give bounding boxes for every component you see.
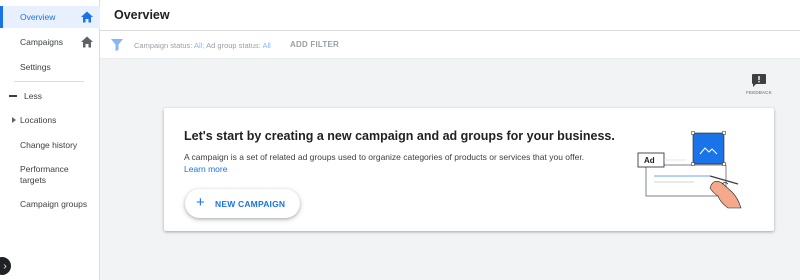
new-campaign-label: NEW CAMPAIGN <box>215 199 286 209</box>
campaign-status-label: Campaign status: <box>134 41 193 50</box>
collapse-sidebar-button[interactable]: › <box>0 257 11 275</box>
card-title: Let's start by creating a new campaign a… <box>184 129 615 143</box>
chevron-right-icon: › <box>3 260 7 272</box>
ad-label: Ad <box>644 156 655 165</box>
home-icon <box>81 36 93 48</box>
sidebar-item-label: Less <box>24 90 42 101</box>
sidebar-item-locations[interactable]: Locations <box>0 109 100 131</box>
sidebar-item-settings[interactable]: Settings <box>0 56 100 78</box>
filter-summary[interactable]: Campaign status: All; Ad group status: A… <box>134 41 271 50</box>
feedback-icon <box>752 74 766 87</box>
sidebar-item-overview[interactable]: Overview <box>0 6 100 28</box>
campaign-status-value: All; <box>194 41 205 50</box>
sidebar-item-label: Performance targets <box>20 164 69 185</box>
sidebar-item-change-history[interactable]: Change history <box>0 134 100 156</box>
sidebar-item-label: Campaigns <box>20 36 63 47</box>
sidebar-item-label: Settings <box>20 61 51 72</box>
get-started-card: Let's start by creating a new campaign a… <box>164 108 774 231</box>
learn-more-link[interactable]: Learn more <box>184 164 227 174</box>
sidebar-item-less[interactable]: Less <box>0 85 100 107</box>
ad-group-status-value: All <box>262 41 271 50</box>
header: Overview <box>100 0 800 31</box>
sidebar-divider <box>14 81 84 82</box>
filter-icon[interactable] <box>111 39 123 51</box>
feedback-button[interactable]: FEEDBACK <box>742 74 776 95</box>
sidebar-item-label: Overview <box>20 11 56 22</box>
sidebar-item-campaigns[interactable]: Campaigns <box>0 31 100 53</box>
feedback-label: FEEDBACK <box>746 90 772 95</box>
sidebar-item-label: Change history <box>20 139 78 150</box>
sidebar-item-campaign-groups[interactable]: Campaign groups <box>0 193 100 215</box>
page-title: Overview <box>114 8 170 22</box>
sidebar: Overview Campaigns Settings Less Locatio… <box>0 0 100 280</box>
new-campaign-button[interactable]: + NEW CAMPAIGN <box>185 189 300 218</box>
sidebar-item-performance-targets[interactable]: Performance targets <box>0 160 100 188</box>
sidebar-item-label: Campaign groups <box>20 198 88 209</box>
sidebar-item-label: Locations <box>20 114 57 125</box>
filter-bar: Campaign status: All; Ad group status: A… <box>100 31 800 59</box>
plus-icon: + <box>196 194 205 211</box>
home-icon <box>81 11 93 23</box>
ad-group-status-label: Ad group status: <box>206 41 261 50</box>
add-filter-button[interactable]: ADD FILTER <box>290 40 339 49</box>
card-description: A campaign is a set of related ad groups… <box>184 152 585 162</box>
campaign-illustration: Ad <box>637 131 742 209</box>
